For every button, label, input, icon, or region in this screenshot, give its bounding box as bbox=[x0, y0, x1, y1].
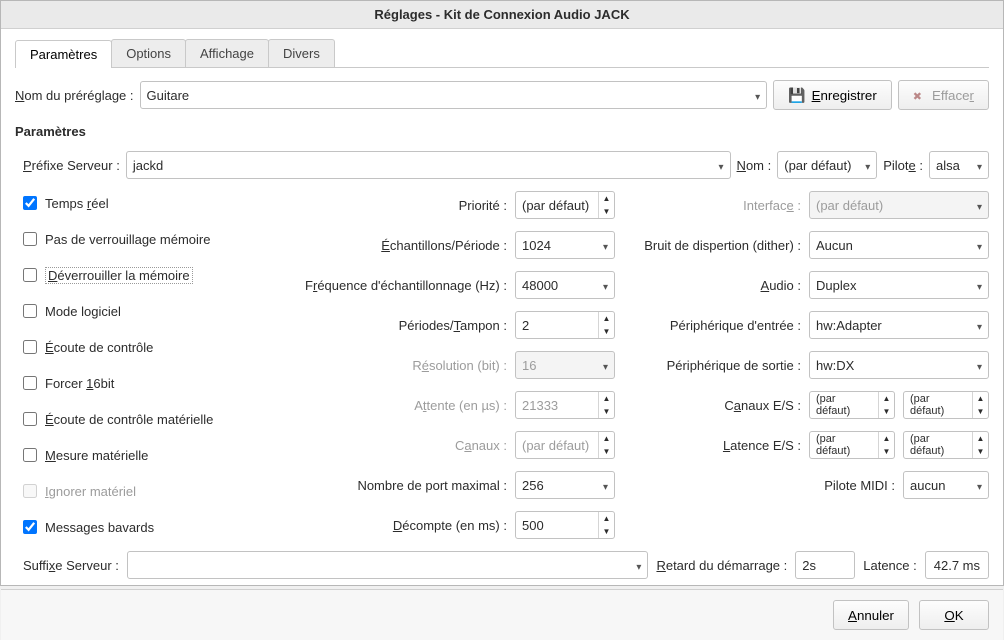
server-suffix-combo[interactable] bbox=[127, 551, 649, 579]
io-latency-label: Latence E/S : bbox=[635, 438, 801, 453]
channels-spin: (par défaut)▲▼ bbox=[515, 431, 615, 459]
audio-label: Audio : bbox=[635, 278, 801, 293]
clear-icon bbox=[913, 88, 926, 103]
middle-column: Priorité : (par défaut)▲▼ Échantillons/P… bbox=[285, 189, 615, 541]
ok-button[interactable]: OK bbox=[919, 600, 989, 630]
input-dev-combo[interactable]: hw:Adapter bbox=[809, 311, 989, 339]
frames-combo[interactable]: 1024 bbox=[515, 231, 615, 259]
save-icon: 💾 bbox=[788, 87, 805, 104]
server-prefix-label: Préfixe Serveur : bbox=[23, 158, 120, 173]
priority-spin[interactable]: (par défaut)▲▼ bbox=[515, 191, 615, 219]
tab-options[interactable]: Options bbox=[111, 39, 186, 67]
io-latency-in-spin[interactable]: (par défaut)▲▼ bbox=[809, 431, 895, 459]
chk-hw-monitor[interactable]: Écoute de contrôle matérielle bbox=[23, 405, 265, 433]
latency-display: 42.7 ms bbox=[925, 551, 989, 579]
cancel-button[interactable]: Annuler bbox=[833, 600, 909, 630]
io-latency-out-spin[interactable]: (par défaut)▲▼ bbox=[903, 431, 989, 459]
chk-verbose[interactable]: Messages bavards bbox=[23, 513, 265, 541]
io-channels-label: Canaux E/S : bbox=[635, 398, 801, 413]
samplerate-combo[interactable]: 48000 bbox=[515, 271, 615, 299]
tab-parametres[interactable]: Paramètres bbox=[15, 40, 112, 68]
periods-label: Périodes/Tampon : bbox=[285, 318, 507, 333]
resolution-combo: 16 bbox=[515, 351, 615, 379]
audio-combo[interactable]: Duplex bbox=[809, 271, 989, 299]
interface-combo: (par défaut) bbox=[809, 191, 989, 219]
countdown-spin[interactable]: 500▲▼ bbox=[515, 511, 615, 539]
maxport-label: Nombre de port maximal : bbox=[285, 478, 507, 493]
clear-button[interactable]: Effacer bbox=[898, 80, 989, 110]
window-title: Réglages - Kit de Connexion Audio JACK bbox=[1, 1, 1003, 29]
maxport-combo[interactable]: 256 bbox=[515, 471, 615, 499]
chk-hw-meter[interactable]: Mesure matérielle bbox=[23, 441, 265, 469]
latency-label: Latence : bbox=[863, 558, 917, 573]
periods-spin[interactable]: 2▲▼ bbox=[515, 311, 615, 339]
chk-monitor[interactable]: Écoute de contrôle bbox=[23, 333, 265, 361]
name-combo[interactable]: (par défaut) bbox=[777, 151, 877, 179]
section-title: Paramètres bbox=[15, 124, 989, 139]
chk-no-memlock[interactable]: Pas de verrouillage mémoire bbox=[23, 225, 265, 253]
frames-label: Échantillons/Période : bbox=[285, 238, 507, 253]
tab-divers[interactable]: Divers bbox=[268, 39, 335, 67]
samplerate-label: Fréquence d'échantillonnage (Hz) : bbox=[285, 278, 507, 293]
io-channels-in-spin[interactable]: (par défaut)▲▼ bbox=[809, 391, 895, 419]
startup-delay-spin[interactable]: 2s▲▼ bbox=[795, 551, 855, 579]
driver-combo[interactable]: alsa bbox=[929, 151, 989, 179]
tab-bar: Paramètres Options Affichage Divers bbox=[15, 39, 989, 68]
driver-label: Pilote : bbox=[883, 158, 923, 173]
chk-ignore-hw: Ignorer matériel bbox=[23, 477, 265, 505]
countdown-label: Décompte (en ms) : bbox=[285, 518, 507, 533]
wait-label: Attente (en µs) : bbox=[285, 398, 507, 413]
save-button[interactable]: 💾 Enregistrer bbox=[773, 80, 892, 110]
right-column: Interface : (par défaut) Bruit de disper… bbox=[635, 189, 989, 541]
checkbox-column: Temps réel Pas de verrouillage mémoire D… bbox=[15, 189, 265, 541]
name-label: Nom : bbox=[737, 158, 772, 173]
chk-realtime[interactable]: Temps réel bbox=[23, 189, 265, 217]
channels-label: Canaux : bbox=[285, 438, 507, 453]
resolution-label: Résolution (bit) : bbox=[285, 358, 507, 373]
dither-label: Bruit de dispertion (dither) : bbox=[635, 238, 801, 253]
startup-delay-label: Retard du démarrage : bbox=[656, 558, 787, 573]
output-dev-label: Périphérique de sortie : bbox=[635, 358, 801, 373]
server-prefix-combo[interactable]: jackd bbox=[126, 151, 731, 179]
midi-driver-combo[interactable]: aucun bbox=[903, 471, 989, 499]
chk-unlock-mem[interactable]: Déverrouiller la mémoire bbox=[23, 261, 265, 289]
chk-softmode[interactable]: Mode logiciel bbox=[23, 297, 265, 325]
input-dev-label: Périphérique d'entrée : bbox=[635, 318, 801, 333]
output-dev-combo[interactable]: hw:DX bbox=[809, 351, 989, 379]
tab-affichage[interactable]: Affichage bbox=[185, 39, 269, 67]
server-suffix-label: Suffixe Serveur : bbox=[15, 558, 119, 573]
preset-combo[interactable]: Guitare bbox=[140, 81, 768, 109]
priority-label: Priorité : bbox=[285, 198, 507, 213]
preset-label: Nom du préréglage : bbox=[15, 88, 134, 103]
io-channels-out-spin[interactable]: (par défaut)▲▼ bbox=[903, 391, 989, 419]
interface-label: Interface : bbox=[635, 198, 801, 213]
chk-force16[interactable]: Forcer 16bit bbox=[23, 369, 265, 397]
midi-driver-label: Pilote MIDI : bbox=[635, 478, 895, 493]
wait-spin: 21333▲▼ bbox=[515, 391, 615, 419]
dither-combo[interactable]: Aucun bbox=[809, 231, 989, 259]
